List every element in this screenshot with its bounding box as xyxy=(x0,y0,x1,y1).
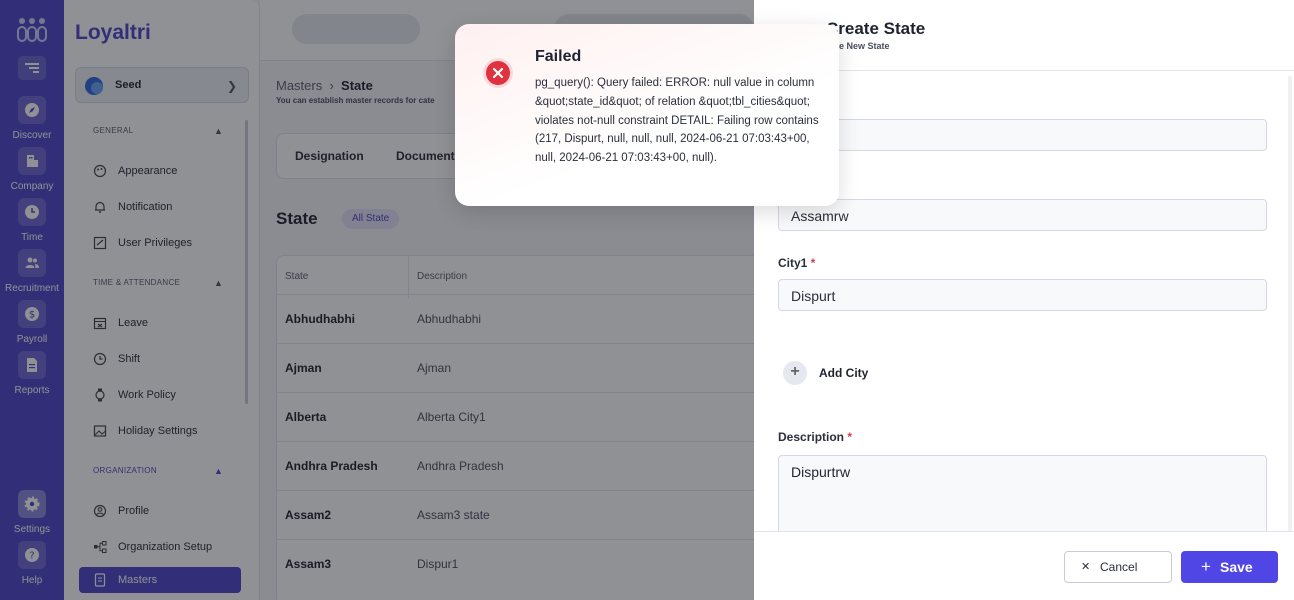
description-label: Description * xyxy=(778,430,852,444)
error-x-icon xyxy=(483,58,513,88)
plus-icon: + xyxy=(1201,557,1211,576)
chevron-down-icon: ⌄ xyxy=(791,128,1254,141)
add-city-label: Add City xyxy=(819,366,869,380)
city-value: Dispurt xyxy=(791,288,836,304)
drawer-scrollbar[interactable] xyxy=(1288,76,1292,531)
toast-title: Failed xyxy=(535,48,582,65)
drawer-footer: ✕ Cancel + Save xyxy=(754,531,1294,600)
state-name-field[interactable]: Assamrw xyxy=(778,199,1267,231)
plus-icon: + xyxy=(783,361,807,385)
error-toast: Failed pg_query(): Query failed: ERROR: … xyxy=(455,24,839,206)
state-name-value: Assamrw xyxy=(791,208,849,224)
save-label: Save xyxy=(1220,559,1253,575)
close-icon: ✕ xyxy=(1081,561,1091,573)
required-asterisk: * xyxy=(844,430,853,444)
cancel-button[interactable]: ✕ Cancel xyxy=(1064,551,1172,583)
country-select[interactable]: ⌄ xyxy=(778,119,1267,151)
cancel-label: Cancel xyxy=(1100,560,1138,574)
save-button[interactable]: + Save xyxy=(1181,551,1278,583)
drawer-title: Create State xyxy=(826,19,926,38)
city-label-text: City1 xyxy=(778,256,808,270)
city-field[interactable]: Dispurt xyxy=(778,279,1267,311)
toast-message: pg_query(): Query failed: ERROR: null va… xyxy=(535,77,819,165)
required-asterisk: * xyxy=(807,256,816,270)
city-label: City1 * xyxy=(778,256,815,270)
description-value: Dispurtrw xyxy=(791,464,851,480)
description-label-text: Description xyxy=(778,430,845,444)
